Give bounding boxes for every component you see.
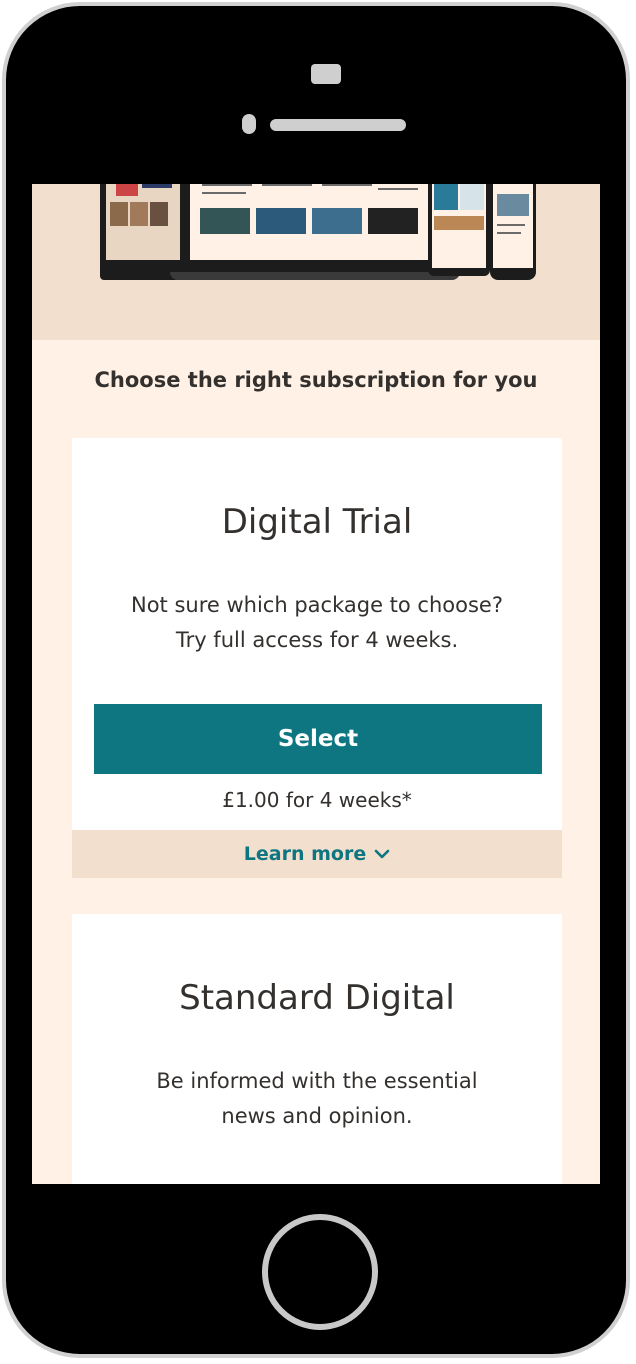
- card-description-line: news and opinion.: [221, 1104, 413, 1128]
- card-title: Standard Digital: [179, 978, 455, 1018]
- card-title: Digital Trial: [221, 502, 413, 542]
- laptop-base: [170, 272, 460, 280]
- card-description-line: Be informed with the essential: [156, 1069, 478, 1093]
- learn-more-toggle[interactable]: Learn more: [72, 830, 562, 878]
- phone-device: [490, 184, 536, 280]
- card-description: Not sure which package to choose? Try fu…: [112, 588, 522, 658]
- price-text: £1.00 for 4 weeks*: [222, 788, 412, 812]
- section-title: Choose the right subscription for you: [94, 368, 538, 392]
- laptop-device: [182, 184, 440, 276]
- tablet-device: [428, 184, 490, 276]
- digital-trial-card: Digital Trial Not sure which package to …: [72, 438, 562, 878]
- hero-devices-image: [32, 184, 600, 340]
- card-description-line: Not sure which package to choose?: [131, 593, 503, 617]
- chevron-down-icon: [374, 849, 390, 859]
- learn-more-label: Learn more: [243, 843, 367, 865]
- standard-digital-card: Standard Digital Be informed with the es…: [72, 914, 562, 1184]
- card-description-line: Try full access for 4 weeks.: [175, 628, 459, 652]
- sensor-icon: [242, 114, 256, 134]
- speaker-icon: [270, 119, 406, 131]
- home-button-icon[interactable]: [262, 1214, 378, 1330]
- card-description: Be informed with the essential news and …: [112, 1064, 522, 1134]
- screen: Choose the right subscription for you Di…: [32, 184, 600, 1184]
- select-button[interactable]: Select: [94, 704, 542, 774]
- camera-icon: [311, 64, 341, 84]
- monitor-device: [100, 184, 186, 280]
